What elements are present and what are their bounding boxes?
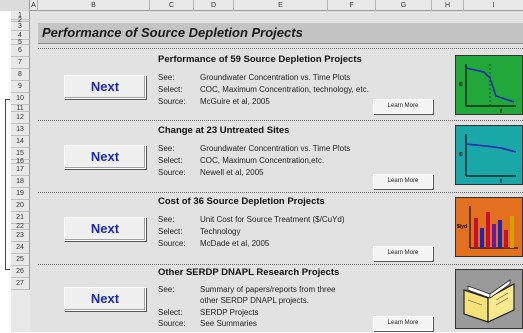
learn-more-button[interactable]: Learn More (373, 99, 433, 114)
next-button[interactable]: Next (64, 287, 146, 311)
section-heading: Performance of 59 Source Depletion Proje… (158, 54, 362, 65)
row-header-bar: 1 2 3 4 5 6 7 8 9 10 11 12 13 14 15 16 17 18 19 20 21 22 23 24 2… (0, 11, 30, 332)
source-label: Source: (158, 319, 186, 328)
column-header-g[interactable]: G (376, 0, 432, 11)
next-button[interactable]: Next (64, 217, 146, 241)
column-header-d[interactable]: D (194, 0, 234, 11)
section-divider (38, 192, 523, 193)
next-button[interactable]: Next (64, 75, 146, 99)
source-label: Source: (158, 168, 186, 177)
section-divider (38, 264, 523, 265)
column-header-bar: A B C D E F G H I (0, 0, 523, 11)
thumb-axis-y-label: c (459, 151, 463, 158)
row-header-7[interactable]: 7 (11, 57, 30, 69)
row-header-23[interactable]: 23 (11, 230, 30, 242)
worksheet: Performance of Source Depletion Projects… (30, 11, 523, 332)
learn-more-button[interactable]: Learn More (373, 174, 433, 189)
select-all-corner[interactable] (0, 0, 30, 11)
row-header-17[interactable]: 17 (11, 164, 30, 176)
learn-more-button[interactable]: Learn More (373, 316, 433, 331)
row-header-12[interactable]: 12 (11, 112, 30, 124)
select-label: Select: (158, 156, 183, 165)
row-header-25[interactable]: 25 (11, 254, 30, 266)
row-header-6[interactable]: 6 (11, 45, 30, 57)
thumb-axis-x-label: t (500, 109, 502, 114)
column-header-b[interactable]: B (38, 0, 150, 11)
select-value: COC, Maximum Concentration,etc. (200, 156, 325, 165)
thumb-axis-y-label: c (459, 81, 463, 88)
row-header-20[interactable]: 20 (11, 200, 30, 212)
thumbnail-graphic (463, 279, 515, 323)
row-header-24[interactable]: 24 (11, 242, 30, 254)
row-header-8[interactable]: 8 (11, 69, 30, 81)
source-value: McDade et al, 2005 (200, 239, 270, 248)
source-value: See Summaries (200, 319, 257, 328)
next-button[interactable]: Next (64, 145, 146, 169)
source-value: Newell et al, 2005 (200, 168, 264, 177)
column-header-c[interactable]: C (150, 0, 194, 11)
select-value: SERDP Projects (200, 308, 259, 317)
select-value: COC, Maximum Concentration, technology, … (200, 85, 369, 94)
section-heading: Other SERDP DNAPL Research Projects (158, 267, 340, 278)
thumbnail-graphic: c t (459, 64, 516, 115)
see-label: See: (158, 215, 175, 224)
row-header-13[interactable]: 13 (11, 124, 30, 136)
column-header-a[interactable]: A (30, 0, 38, 11)
concentration-decline-plot-icon[interactable]: c t (455, 55, 523, 115)
thumb-axis-y-label: $/yd (457, 224, 467, 230)
page-title: Performance of Source Depletion Projects (42, 25, 303, 40)
column-header-e[interactable]: E (234, 0, 328, 11)
row-header-9[interactable]: 9 (11, 81, 30, 93)
row-header-19[interactable]: 19 (11, 188, 30, 200)
select-label: Select: (158, 227, 183, 236)
see-label: See: (158, 285, 175, 294)
outline-group-line (5, 99, 6, 269)
open-book-icon[interactable] (455, 269, 523, 329)
see-value: Unit Cost for Source Treatment ($/CuYd) (200, 215, 345, 224)
see-label: See: (158, 73, 175, 82)
row-header-3[interactable]: 3 (11, 22, 30, 31)
section-divider (38, 48, 523, 49)
outline-group-end (5, 269, 10, 270)
thumb-axis-x-label: t (500, 179, 502, 184)
thumbnail-graphic: $/yd (457, 206, 518, 249)
concentration-trend-plot-icon[interactable]: c t (455, 125, 523, 185)
outline-gutter (0, 11, 11, 332)
section-heading: Cost of 36 Source Depletion Projects (158, 196, 325, 207)
row-header-27[interactable]: 27 (11, 278, 30, 290)
column-header-h[interactable]: H (432, 0, 464, 11)
source-label: Source: (158, 97, 186, 106)
section-heading: Change at 23 Untreated Sites (158, 125, 290, 136)
row-header-14[interactable]: 14 (11, 136, 30, 148)
select-value: Technology (200, 227, 241, 236)
section-divider (38, 120, 523, 121)
outline-group-start (5, 99, 10, 100)
row-header-26[interactable]: 26 (11, 266, 30, 278)
column-header-f[interactable]: F (328, 0, 376, 11)
row-header-10[interactable]: 10 (11, 93, 30, 105)
row-header-18[interactable]: 18 (11, 176, 30, 188)
thumbnail-graphic: c t (459, 134, 517, 185)
learn-more-button[interactable]: Learn More (373, 246, 433, 261)
source-label: Source: (158, 239, 186, 248)
column-header-i[interactable]: I (464, 0, 523, 11)
select-label: Select: (158, 308, 183, 317)
see-label: See: (158, 144, 175, 153)
see-value-continued: other SERDP DNAPL projects. (200, 296, 309, 305)
row-header-11[interactable]: 11 (11, 105, 30, 112)
see-value: Groundwater Concentration vs. Time Plots (200, 73, 351, 82)
source-value: McGuire et al, 2005 (200, 97, 270, 106)
see-value: Summary of papers/reports from three (200, 285, 336, 294)
see-value: Groundwater Concentration vs. Time Plots (200, 144, 351, 153)
cost-bar-chart-icon[interactable]: $/yd (455, 197, 523, 257)
title-banner: Performance of Source Depletion Projects (38, 23, 523, 44)
select-label: Select: (158, 85, 183, 94)
